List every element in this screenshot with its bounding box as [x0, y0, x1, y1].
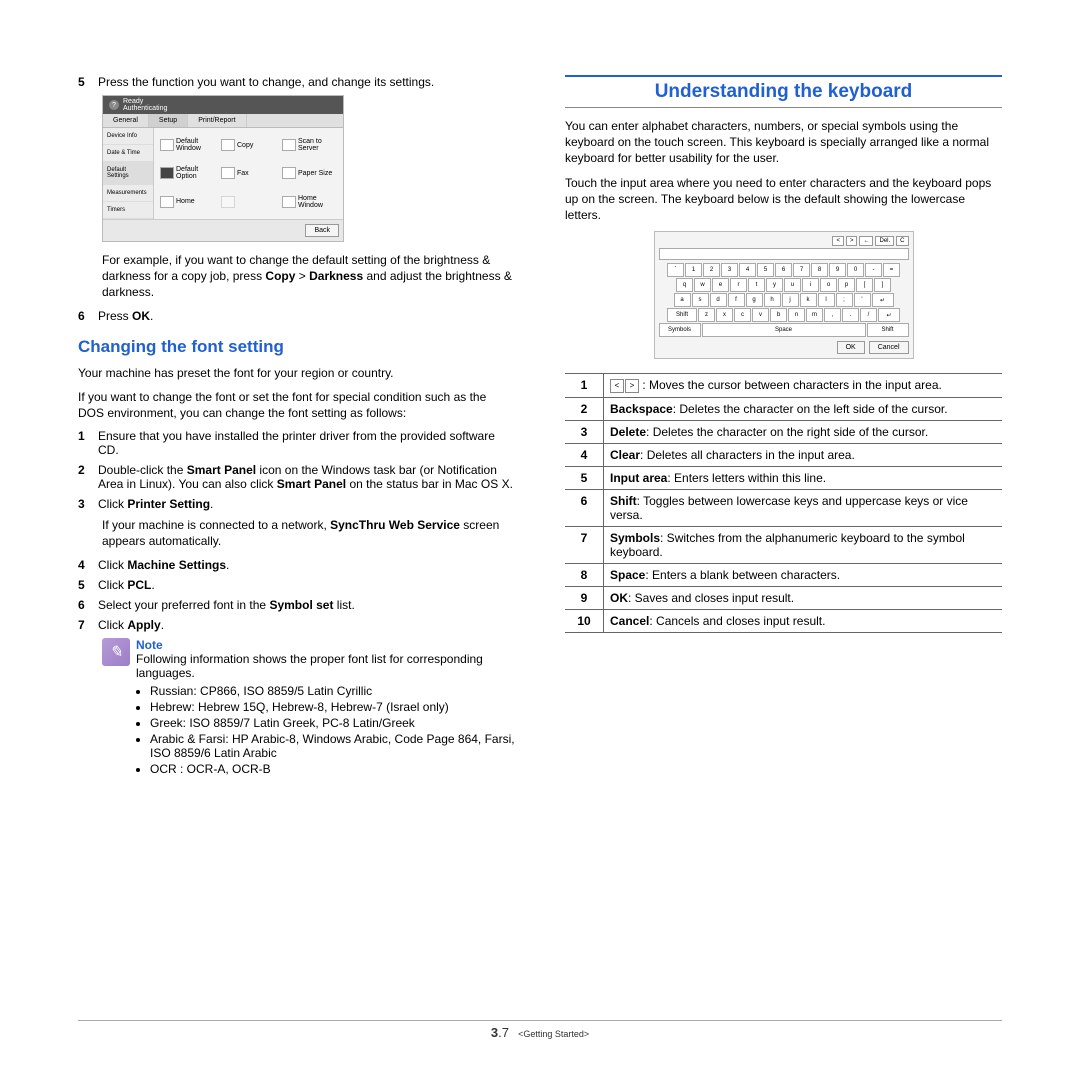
page-footer: 3.7 <Getting Started>: [78, 1020, 1002, 1040]
back-button: Back: [305, 224, 339, 237]
main-heading: Understanding the keyboard: [565, 75, 1002, 108]
note-block: ✎ Note Following information shows the p…: [102, 638, 515, 780]
right-column: Understanding the keyboard You can enter…: [565, 75, 1002, 780]
keyboard-legend-table: 1<> : Moves the cursor between character…: [565, 373, 1002, 633]
note-title: Note: [136, 638, 515, 652]
side-timers: Timers: [103, 202, 153, 219]
status-auth: Authenticating: [123, 105, 167, 112]
kb-ok: OK: [837, 341, 865, 354]
side-date-time: Date & Time: [103, 145, 153, 162]
help-icon: ?: [109, 100, 119, 110]
keyboard-screenshot: < > ← Del. C `1234567890-=qwertyuiop[]as…: [654, 231, 914, 359]
side-measurements: Measurements: [103, 185, 153, 202]
side-device-info: Device Info: [103, 128, 153, 145]
note-list: Russian: CP866, ISO 8859/5 Latin Cyrilli…: [136, 684, 515, 776]
settings-panel-screenshot: ? Ready Authenticating General Setup Pri…: [102, 95, 344, 242]
side-default-settings: Default Settings: [103, 162, 153, 185]
keyboard-input-area: [659, 248, 909, 260]
tab-setup: Setup: [149, 114, 188, 127]
example-text: For example, if you want to change the d…: [102, 252, 515, 301]
status-ready: Ready: [123, 98, 167, 105]
section-heading: Changing the font setting: [78, 337, 515, 357]
tab-print-report: Print/Report: [188, 114, 246, 127]
step-number: 6: [78, 309, 98, 323]
intro-2: If you want to change the font or set th…: [78, 389, 515, 421]
intro-1: Your machine has preset the font for you…: [78, 365, 515, 381]
tab-general: General: [103, 114, 149, 127]
step-text: Press the function you want to change, a…: [98, 75, 515, 89]
keyboard-intro-2: Touch the input area where you need to e…: [565, 175, 1002, 224]
step-number: 5: [78, 75, 98, 89]
left-column: 5 Press the function you want to change,…: [78, 75, 515, 780]
keyboard-intro-1: You can enter alphabet characters, numbe…: [565, 118, 1002, 167]
note-icon: ✎: [102, 638, 130, 666]
kb-cancel: Cancel: [869, 341, 909, 354]
